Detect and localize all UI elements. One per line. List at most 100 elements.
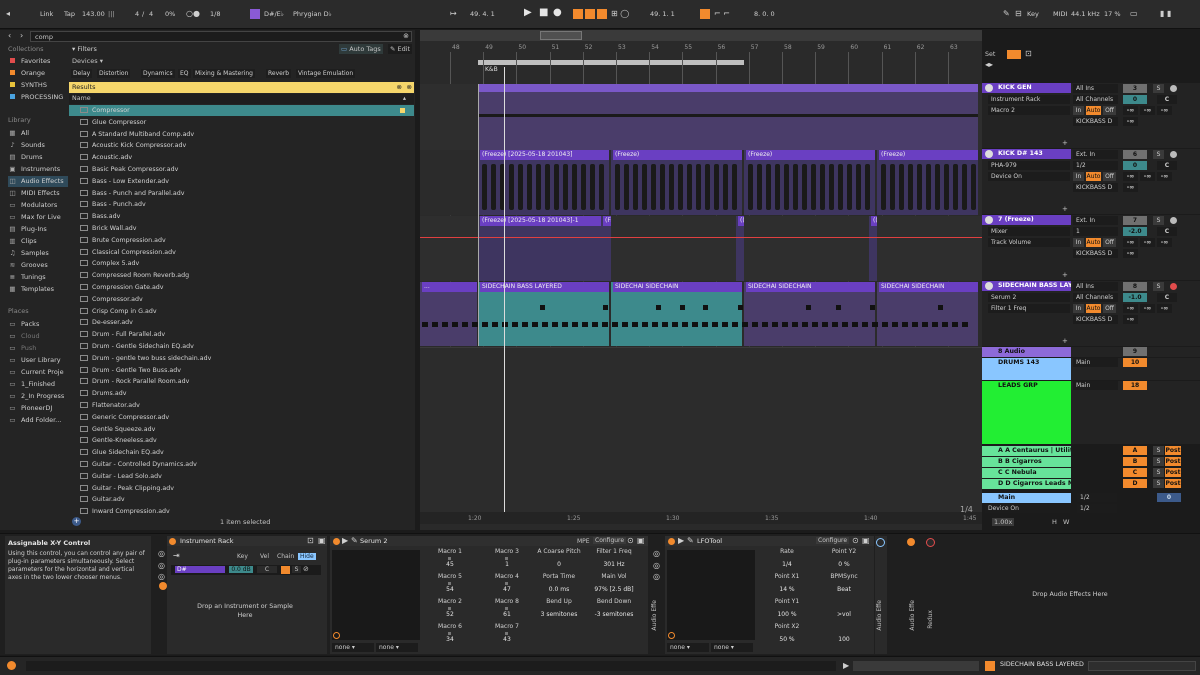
track-input-type-3[interactable]: All Ins — [1073, 282, 1118, 291]
track-send-0-1[interactable]: -∞ — [1140, 106, 1155, 115]
loop-start[interactable]: 49. 1. 1 — [650, 9, 675, 20]
lfo-param-value-6[interactable]: 50 % — [765, 636, 809, 643]
collection-3[interactable]: PROCESSING — [8, 92, 63, 103]
status-warning-icon[interactable] — [7, 661, 16, 670]
audio-effects-tab-1[interactable]: Audio Effe — [651, 600, 661, 631]
track-send-0-0[interactable]: -∞ — [1123, 106, 1138, 115]
track-input-channel-1[interactable]: 1/2 — [1073, 161, 1118, 170]
track-fold-icon[interactable] — [985, 150, 993, 158]
midi-map-button[interactable]: MIDI — [1053, 9, 1067, 20]
result-item-3[interactable]: Acoustic Kick Compressor.adv — [80, 140, 186, 152]
audio-effects-tab-2[interactable]: Audio Effe — [876, 600, 886, 631]
track-send-3-1[interactable]: -∞ — [1140, 304, 1155, 313]
track-arm-icon[interactable] — [1170, 283, 1177, 290]
auto-tags-button[interactable]: ▭ Auto Tags — [339, 44, 383, 54]
rack-key-tab[interactable]: Key — [237, 553, 248, 560]
stop-icon[interactable]: ■ — [539, 8, 548, 18]
height-button[interactable]: H — [1052, 518, 1057, 526]
scale-icon[interactable] — [250, 9, 260, 19]
track-pan-2[interactable]: C — [1157, 227, 1177, 236]
track-input-type-1[interactable]: Ext. In — [1073, 150, 1118, 159]
fx-power-icon[interactable] — [907, 538, 915, 546]
result-item-7[interactable]: Bass - Punch and Parallel.adv — [80, 188, 185, 200]
place-item-0[interactable]: ▭ Packs — [8, 319, 39, 330]
drums-number[interactable]: 10 — [1123, 358, 1147, 367]
redux-power-icon[interactable] — [926, 538, 935, 547]
rack-vel-tab[interactable]: Vel — [260, 553, 269, 560]
filter-chip-0[interactable]: Delay — [71, 69, 93, 78]
track-send-1-2[interactable]: -∞ — [1157, 172, 1172, 181]
track-solo-2[interactable]: S — [1153, 216, 1164, 225]
serum-power-icon[interactable] — [333, 538, 340, 545]
main-track-name[interactable]: Main — [982, 493, 1071, 503]
nav-forward-icon[interactable]: › — [20, 31, 23, 41]
serum-param-value-0[interactable]: 0 — [534, 561, 584, 568]
track-number-1[interactable]: 6 — [1123, 150, 1147, 159]
library-item-5[interactable]: ◫ MIDI Effects — [8, 188, 59, 199]
chain-pan[interactable]: C — [257, 566, 277, 573]
bar-number-53[interactable]: 53 — [618, 44, 626, 51]
rack-show-chains[interactable] — [159, 582, 167, 590]
track-solo-3[interactable]: S — [1153, 282, 1164, 291]
result-item-21[interactable]: Drum - gentle two buss sidechain.adv — [80, 353, 211, 365]
return-post-0[interactable]: Post — [1165, 446, 1181, 455]
macro-value-4[interactable]: 52 — [430, 611, 470, 618]
result-item-19[interactable]: Drum - Full Parallel.adv — [80, 329, 165, 341]
audio-effects-tab-3[interactable]: Audio Effe — [909, 600, 919, 631]
track-send-extra-1[interactable]: -∞ — [1123, 183, 1138, 192]
clear-search-icon[interactable]: ⊗ — [403, 32, 409, 40]
overdub-button[interactable] — [573, 9, 583, 19]
results-settings-icon[interactable]: ⊗ — [407, 82, 412, 93]
place-item-4[interactable]: ▭ Current Proje — [8, 367, 63, 378]
draw-mode-icon[interactable]: ✎ — [1003, 9, 1010, 19]
leads-number[interactable]: 18 — [1123, 381, 1147, 390]
search-field[interactable]: comp ⊗ — [30, 31, 412, 42]
place-item-7[interactable]: ▭ PioneerDJ — [8, 403, 52, 414]
follow-icon[interactable]: ↦ — [450, 9, 457, 19]
track-arm-icon[interactable] — [1170, 217, 1177, 224]
track-output-2[interactable]: KICKBASS D — [1073, 249, 1118, 258]
track-output-1[interactable]: KICKBASS D — [1073, 183, 1118, 192]
macro-knob-5[interactable] — [505, 607, 508, 610]
library-item-2[interactable]: ▤ Drums — [8, 152, 42, 163]
bar-number-56[interactable]: 56 — [718, 44, 726, 51]
rack-fold-icon[interactable]: ⇥ — [173, 551, 180, 561]
lfo-xy-dot[interactable] — [668, 632, 675, 639]
rack-hide-tab[interactable]: Hide — [298, 553, 316, 560]
result-item-24[interactable]: Drums.adv — [80, 388, 126, 400]
drums-output[interactable]: Main — [1073, 358, 1118, 367]
arrangement-record-button[interactable] — [1007, 50, 1021, 59]
track-send-3-0[interactable]: -∞ — [1123, 304, 1138, 313]
clip-kick-gen[interactable] — [478, 84, 978, 150]
result-item-34[interactable]: Inward Compression.adv — [80, 506, 170, 518]
track-output-3[interactable]: KICKBASS D — [1073, 315, 1118, 324]
clip-bass-pre[interactable]: ... — [420, 282, 477, 346]
rack-power-icon[interactable] — [169, 538, 176, 545]
macro-knob-7[interactable] — [505, 632, 508, 635]
result-item-23[interactable]: Drum - Rock Parallel Room.adv — [80, 376, 189, 388]
macro-value-7[interactable]: 43 — [487, 636, 527, 643]
clip-bass-1[interactable]: SIDECHAIN BASS LAYERED — [478, 282, 609, 346]
track-send-0-2[interactable]: -∞ — [1157, 106, 1172, 115]
result-item-28[interactable]: Gentle-Kneeless.adv — [80, 435, 157, 447]
library-item-8[interactable]: ▤ Plug-Ins — [8, 224, 46, 235]
playhead[interactable] — [504, 67, 505, 512]
lfo-power-icon[interactable] — [668, 538, 675, 545]
monitor-off-2[interactable]: Off — [1103, 238, 1116, 247]
result-item-20[interactable]: Drum - Gentle Sidechain EQ.adv — [80, 341, 194, 353]
track-volume-1[interactable]: 0 — [1123, 161, 1147, 170]
bar-number-58[interactable]: 58 — [784, 44, 792, 51]
lfo-close-icon[interactable]: ▣ — [862, 536, 870, 546]
library-item-7[interactable]: ▭ Max for Live — [8, 212, 60, 223]
result-item-32[interactable]: Guitar - Peak Clipping.adv — [80, 483, 174, 495]
track-send-2-0[interactable]: -∞ — [1123, 238, 1138, 247]
return-track-0[interactable]: A A Centaurus | Utility — [982, 446, 1071, 456]
result-item-0[interactable]: Compressor — [80, 105, 130, 117]
overview-viewport[interactable] — [540, 31, 582, 40]
serum-param-value-4[interactable]: 3 semitones — [534, 611, 584, 618]
track-output-0[interactable]: KICKBASS D — [1073, 117, 1118, 126]
serum-close-icon[interactable]: ▣ — [637, 536, 645, 546]
track-solo-1[interactable]: S — [1153, 150, 1164, 159]
rack-save-icon[interactable]: ⊡ — [307, 536, 314, 546]
place-item-6[interactable]: ▭ 2_In Progress — [8, 391, 64, 402]
